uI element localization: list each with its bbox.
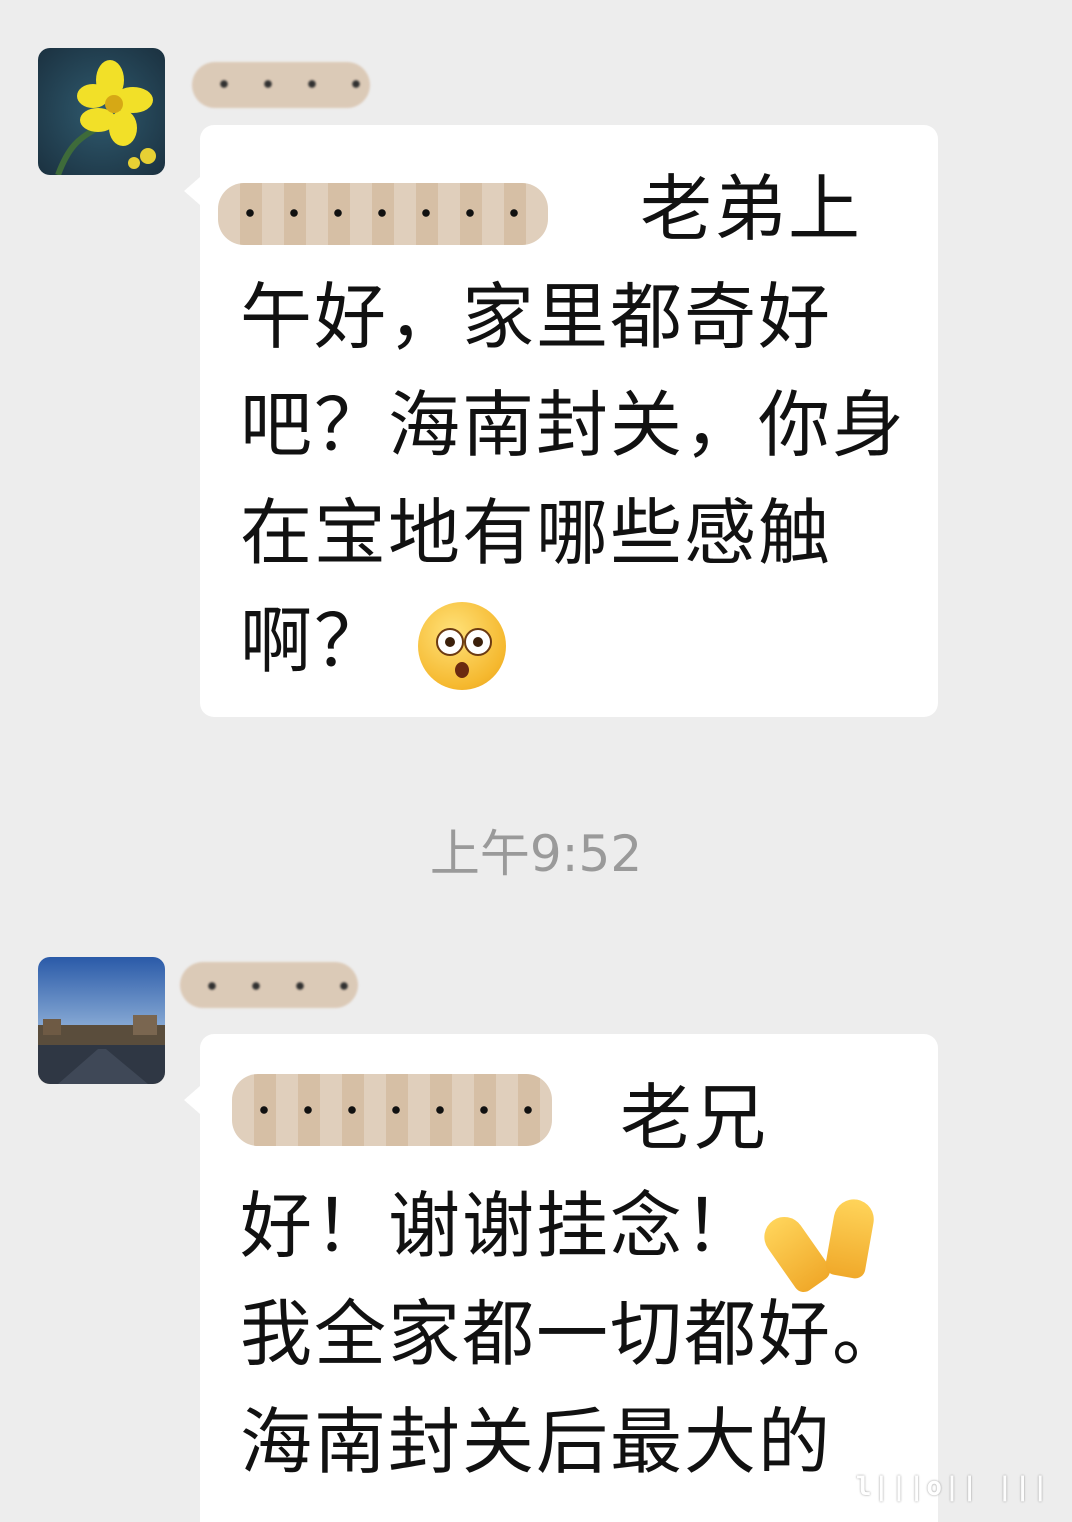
sender-avatar-flower[interactable] (38, 48, 165, 175)
landscape-avatar-icon (38, 957, 165, 1084)
message-bubble[interactable]: 老弟上 午好，家里都奇好吧？海南封关，你身在宝地有哪些感触啊？ (184, 125, 938, 717)
redacted-sender-name (180, 962, 358, 1008)
message-text-body: 我全家都一切都好。海南封关后最大的 (240, 1292, 907, 1484)
message-text: 午好，家里都奇好吧？海南封关，你身在宝地有哪些感触啊？ (240, 275, 907, 683)
flushed-face-icon (418, 602, 507, 691)
message-text-line1: 老兄 (620, 1076, 769, 1160)
message-text-line2: 好！谢谢挂念！ (240, 1172, 908, 1297)
redacted-sender-name (192, 62, 370, 108)
flower-avatar-icon (38, 48, 165, 175)
sender-avatar-landscape[interactable] (38, 957, 165, 1084)
message-text: 好！谢谢挂念！ (240, 1184, 759, 1268)
message-bubble[interactable]: 老兄 好！谢谢挂念！ 我全家都一切都好。海南封关后最大的 (184, 1034, 938, 1522)
watermark-logo: l|||o|| ||| (855, 1472, 1050, 1502)
timestamp: 上午9:52 (429, 825, 643, 883)
folded-hands-icon (756, 1189, 877, 1297)
message-text-line1: 老弟上 (640, 167, 863, 251)
message-text-body: 午好，家里都奇好吧？海南封关，你身在宝地有哪些感触啊？ (240, 263, 908, 695)
